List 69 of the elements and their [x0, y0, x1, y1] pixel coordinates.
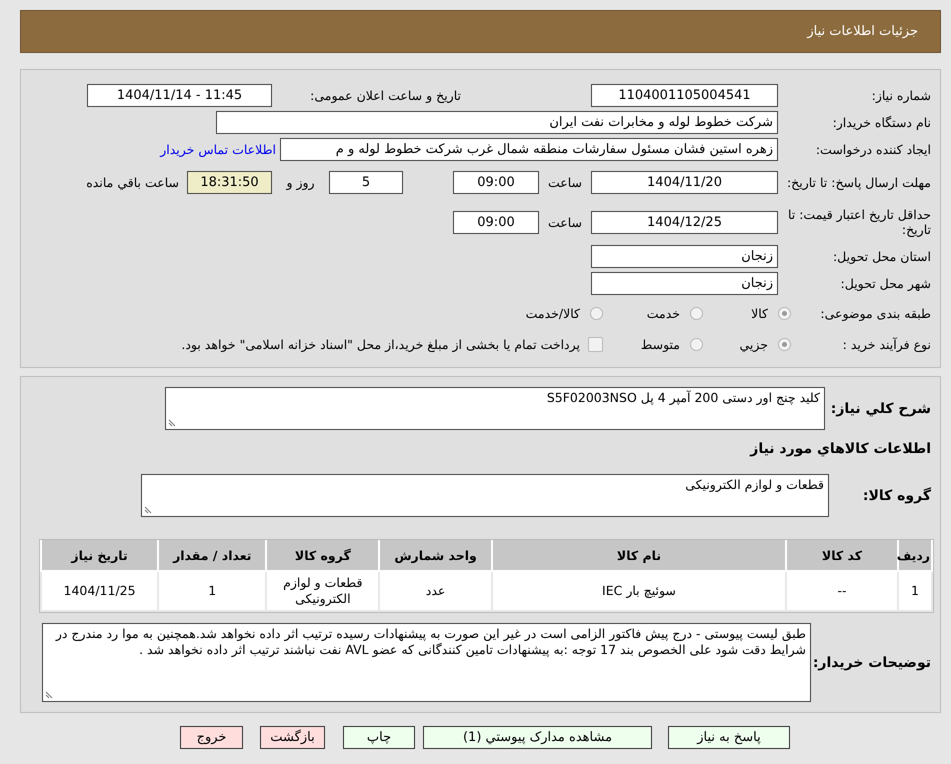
- field-label: ساعت: [546, 175, 583, 190]
- radio-button[interactable]: [690, 307, 703, 320]
- column-header: ردیف: [898, 540, 932, 571]
- text-field[interactable]: زنجان: [591, 272, 778, 295]
- action-button[interactable]: چاپ: [343, 726, 415, 749]
- field-label: حداقل تاریخ اعتبار قیمت: تا تاریخ:: [786, 207, 931, 237]
- field-label: گروه کالا:: [862, 488, 931, 504]
- action-button[interactable]: مشاهده مدارک پیوستي (1): [423, 726, 652, 749]
- action-button[interactable]: بازگشت: [260, 726, 325, 749]
- field-label: ساعت: [546, 214, 583, 230]
- table-cell: 1: [158, 571, 266, 611]
- table-cell: عدد: [379, 571, 492, 611]
- field-label: نام دستگاه خریدار:: [832, 115, 931, 130]
- radio-button[interactable]: [690, 338, 703, 350]
- radio-button[interactable]: [590, 307, 603, 320]
- section-heading: اطلاعات کالاهاي مورد نیاز: [750, 441, 931, 457]
- text-field[interactable]: 1404/11/14 - 11:45: [87, 84, 272, 107]
- field-label: تاریخ و ساعت اعلان عمومی:: [309, 88, 462, 103]
- text-field[interactable]: شرکت خطوط لوله و مخابرات نفت ایران: [216, 111, 778, 134]
- page-title: جزئیات اطلاعات نیاز: [807, 24, 918, 39]
- column-header: واحد شمارش: [379, 540, 492, 571]
- text-field[interactable]: 5: [329, 171, 403, 194]
- field-label: ایجاد کننده درخواست:: [814, 142, 931, 157]
- column-header: نام کالا: [492, 540, 786, 571]
- option-label: پرداخت تمام یا بخشی از مبلغ خرید،از محل "اسناد خزانه اسلامی" خواهد بود.: [181, 336, 580, 352]
- table-cell: 1: [898, 571, 932, 611]
- action-button[interactable]: پاسخ به نیاز: [668, 726, 790, 749]
- option-label: جزيي: [739, 336, 768, 352]
- text-area[interactable]: طبق لیست پیوستی - درج پیش فاکتور الزامی است در غیر این صورت به پیشنهادات رسیده ترتیب اثر داده نخواهد شد.همچنین به موا رد مندرج در شرایط دقت شود علی الخصوص بند 17 توجه :به پیشنهادات تامین کنندگانی که عضو AVL نفت نباشند ترتیب اثر داده نخواهد شد .: [42, 623, 811, 702]
- option-label: کالا: [751, 306, 768, 321]
- text-field[interactable]: 09:00: [453, 171, 539, 194]
- contact-link[interactable]: اطلاعات تماس خریدار: [160, 142, 276, 157]
- radio-button[interactable]: [778, 307, 791, 320]
- table-cell: 1404/11/25: [41, 571, 158, 611]
- text-area[interactable]: کلید چنج اور دستی 200 آمپر 4 پل S5F02003NSO: [165, 387, 825, 430]
- text-area[interactable]: قطعات و لوازم الکترونیکی: [141, 474, 829, 517]
- text-field[interactable]: زهره استین فشان مسئول سفارشات منطقه شمال غرب شرکت خطوط لوله و م: [280, 138, 778, 161]
- field-label: طبقه بندی موضوعی:: [819, 306, 931, 321]
- column-header: تاریخ نیاز: [41, 540, 158, 571]
- field-label: نوع فرآیند خرید :: [842, 336, 931, 352]
- resize-grip-icon[interactable]: [144, 506, 152, 514]
- field-label: شماره نیاز:: [870, 88, 931, 103]
- resize-grip-icon[interactable]: [45, 691, 53, 699]
- text-field[interactable]: 1404/12/25: [591, 210, 778, 234]
- table-cell: --: [786, 571, 898, 611]
- text-field[interactable]: 09:00: [453, 210, 539, 234]
- field-label: شرح کلي نیاز:: [830, 400, 931, 416]
- field-label: روز و: [285, 175, 316, 190]
- radio-button[interactable]: [778, 338, 791, 350]
- field-label: استان محل تحویل:: [832, 248, 931, 264]
- text-field[interactable]: زنجان: [591, 244, 778, 268]
- field-label: شهر محل تحویل:: [840, 276, 931, 291]
- option-label: خدمت: [646, 306, 680, 321]
- table-cell: سوئیچ بار IEC: [492, 571, 786, 611]
- option-label: کالا/خدمت: [526, 306, 580, 321]
- column-header: تعداد / مقدار: [158, 540, 266, 571]
- field-label: توضیحات خریدار:: [812, 654, 931, 670]
- column-header: کد کالا: [786, 540, 898, 571]
- table-cell: قطعات و لوازم الکترونیکی: [266, 571, 380, 611]
- column-header: گروه کالا: [266, 540, 380, 571]
- field-label: مهلت ارسال پاسخ: تا تاریخ:: [786, 175, 931, 190]
- option-label: متوسط: [640, 336, 680, 352]
- action-button[interactable]: خروج: [180, 726, 243, 749]
- checkbox[interactable]: [588, 336, 603, 352]
- text-field[interactable]: 1104001105004541: [591, 84, 778, 107]
- countdown-field[interactable]: 18:31:50: [187, 171, 272, 194]
- text-field[interactable]: 1404/11/20: [591, 171, 778, 194]
- resize-grip-icon[interactable]: [168, 419, 176, 427]
- field-label: ساعت باقي مانده: [86, 175, 179, 190]
